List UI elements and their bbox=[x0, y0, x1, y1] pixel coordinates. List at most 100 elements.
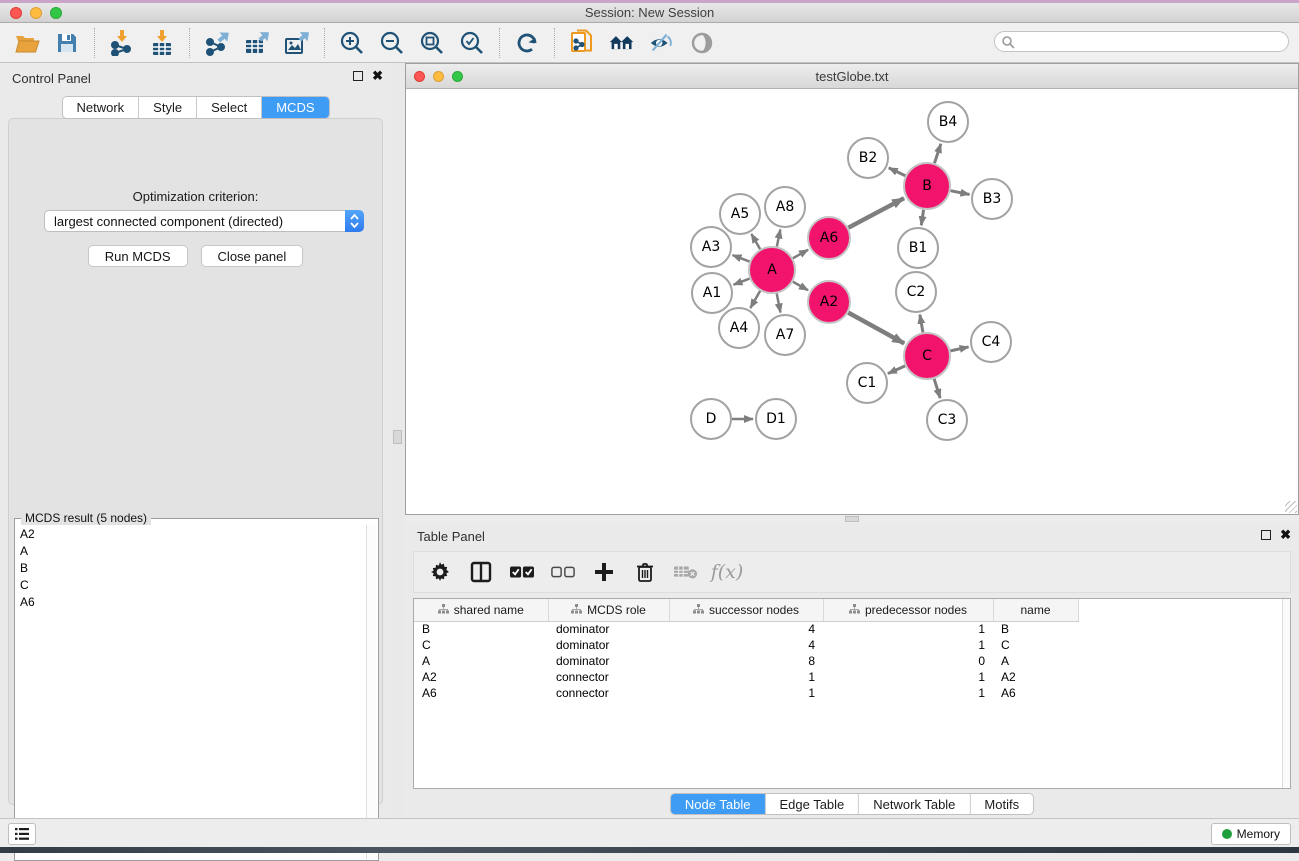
edge-B-B3[interactable] bbox=[951, 191, 970, 195]
edge-C-C4[interactable] bbox=[950, 347, 968, 351]
table-cell[interactable]: 1 bbox=[823, 637, 993, 653]
node-A1[interactable]: A1 bbox=[692, 273, 732, 313]
edge-A-A3[interactable] bbox=[733, 255, 750, 261]
node-D[interactable]: D bbox=[691, 399, 731, 439]
node-A[interactable]: A bbox=[749, 247, 795, 293]
table-row[interactable]: A2connector11A2 bbox=[414, 669, 1078, 685]
node-C3[interactable]: C3 bbox=[927, 400, 967, 440]
edge-B-B2[interactable] bbox=[889, 168, 906, 176]
node-C4[interactable]: C4 bbox=[971, 322, 1011, 362]
show-column-icon[interactable] bbox=[469, 560, 493, 584]
tab-node-table[interactable]: Node Table bbox=[671, 794, 766, 814]
node-B1[interactable]: B1 bbox=[898, 228, 938, 268]
table-cell[interactable]: 1 bbox=[669, 685, 823, 701]
open-file-icon[interactable] bbox=[14, 30, 40, 56]
edge-A-A7[interactable] bbox=[777, 294, 781, 313]
table-cell[interactable]: C bbox=[414, 637, 548, 653]
table-row[interactable]: Cdominator41C bbox=[414, 637, 1078, 653]
select-all-icon[interactable] bbox=[510, 560, 534, 584]
tab-mcds[interactable]: MCDS bbox=[262, 97, 328, 118]
column-header-successor-nodes[interactable]: successor nodes bbox=[669, 599, 823, 621]
node-A2[interactable]: A2 bbox=[808, 281, 850, 323]
table-cell[interactable]: 0 bbox=[823, 653, 993, 669]
search-field[interactable] bbox=[994, 31, 1289, 52]
table-cell[interactable]: C bbox=[993, 637, 1078, 653]
table-cell[interactable]: 1 bbox=[823, 685, 993, 701]
close-panel-button[interactable]: Close panel bbox=[201, 245, 304, 267]
divider-handle[interactable] bbox=[845, 516, 859, 522]
refresh-icon[interactable] bbox=[514, 30, 540, 56]
minimize-network-button[interactable] bbox=[433, 71, 444, 82]
horizontal-split-divider[interactable] bbox=[405, 515, 1299, 523]
table-cell[interactable]: B bbox=[414, 621, 548, 637]
table-row[interactable]: Adominator80A bbox=[414, 653, 1078, 669]
mcds-result-scrollbar[interactable] bbox=[366, 525, 377, 859]
edge-C-C3[interactable] bbox=[934, 379, 940, 398]
edge-B-B1[interactable] bbox=[921, 210, 923, 225]
tab-style[interactable]: Style bbox=[139, 97, 197, 118]
window-titlebar[interactable]: Session: New Session bbox=[0, 3, 1299, 23]
table-cell[interactable]: connector bbox=[548, 669, 669, 685]
node-C1[interactable]: C1 bbox=[847, 363, 887, 403]
table-cell[interactable]: 1 bbox=[669, 669, 823, 685]
mcds-result-list[interactable]: A2ABCA6 bbox=[16, 525, 366, 859]
clone-network-icon[interactable] bbox=[569, 30, 595, 56]
table-cell[interactable]: 4 bbox=[669, 637, 823, 653]
edge-A-A5[interactable] bbox=[751, 234, 760, 249]
zoom-fit-icon[interactable] bbox=[419, 30, 445, 56]
tab-motifs[interactable]: Motifs bbox=[970, 794, 1033, 814]
resize-grip-icon[interactable] bbox=[1285, 501, 1297, 513]
minimize-window-button[interactable] bbox=[30, 7, 42, 19]
table-cell[interactable]: dominator bbox=[548, 637, 669, 653]
mcds-result-item[interactable]: A bbox=[16, 542, 366, 559]
memory-button[interactable]: Memory bbox=[1211, 823, 1291, 845]
node-A5[interactable]: A5 bbox=[720, 194, 760, 234]
edge-A-A1[interactable] bbox=[733, 279, 749, 285]
zoom-out-icon[interactable] bbox=[379, 30, 405, 56]
edge-A-A4[interactable] bbox=[750, 291, 760, 308]
table-cell[interactable]: 4 bbox=[669, 621, 823, 637]
node-A7[interactable]: A7 bbox=[765, 315, 805, 355]
table-cell[interactable]: A6 bbox=[414, 685, 548, 701]
zoom-in-icon[interactable] bbox=[339, 30, 365, 56]
edge-A6-B[interactable] bbox=[848, 198, 904, 228]
settings-gear-icon[interactable] bbox=[428, 560, 452, 584]
mcds-result-item[interactable]: A6 bbox=[16, 593, 366, 610]
column-header-shared-name[interactable]: shared name bbox=[414, 599, 548, 621]
table-cell[interactable]: 8 bbox=[669, 653, 823, 669]
zoom-selected-icon[interactable] bbox=[459, 30, 485, 56]
hide-selected-icon[interactable] bbox=[649, 30, 675, 56]
node-B4[interactable]: B4 bbox=[928, 102, 968, 142]
table-cell[interactable]: 1 bbox=[823, 621, 993, 637]
close-window-button[interactable] bbox=[10, 7, 22, 19]
column-header-predecessor-nodes[interactable]: predecessor nodes bbox=[823, 599, 993, 621]
search-input[interactable] bbox=[994, 31, 1289, 52]
edge-B-B4[interactable] bbox=[934, 144, 940, 163]
network-graph[interactable]: B4B2BB3A8A5A6A3B1AC2A1A2A4A7C4CC1C3DD1 bbox=[406, 89, 1298, 514]
close-panel-icon[interactable]: ✖ bbox=[372, 71, 383, 81]
mcds-result-item[interactable]: C bbox=[16, 576, 366, 593]
mcds-result-item[interactable]: B bbox=[16, 559, 366, 576]
edge-A2-C[interactable] bbox=[848, 313, 904, 344]
table-cell[interactable]: A2 bbox=[993, 669, 1078, 685]
table-cell[interactable]: A2 bbox=[414, 669, 548, 685]
node-C2[interactable]: C2 bbox=[896, 272, 936, 312]
zoom-window-button[interactable] bbox=[50, 7, 62, 19]
column-header-name[interactable]: name bbox=[993, 599, 1078, 621]
table-cell[interactable]: dominator bbox=[548, 653, 669, 669]
table-row[interactable]: Bdominator41B bbox=[414, 621, 1078, 637]
node-A8[interactable]: A8 bbox=[765, 187, 805, 227]
show-all-icon[interactable] bbox=[689, 30, 715, 56]
export-network-icon[interactable] bbox=[204, 30, 230, 56]
table-cell[interactable]: A bbox=[414, 653, 548, 669]
table-cell[interactable]: 1 bbox=[823, 669, 993, 685]
table-row[interactable]: A6connector11A6 bbox=[414, 685, 1078, 701]
mcds-result-item[interactable]: A2 bbox=[16, 525, 366, 542]
close-panel-icon[interactable]: ✖ bbox=[1280, 530, 1291, 540]
divider-handle[interactable] bbox=[393, 430, 402, 444]
float-panel-icon[interactable] bbox=[1261, 530, 1271, 540]
add-row-icon[interactable] bbox=[592, 560, 616, 584]
table-cell[interactable]: dominator bbox=[548, 621, 669, 637]
deselect-all-icon[interactable] bbox=[551, 560, 575, 584]
first-neighbors-icon[interactable] bbox=[609, 30, 635, 56]
